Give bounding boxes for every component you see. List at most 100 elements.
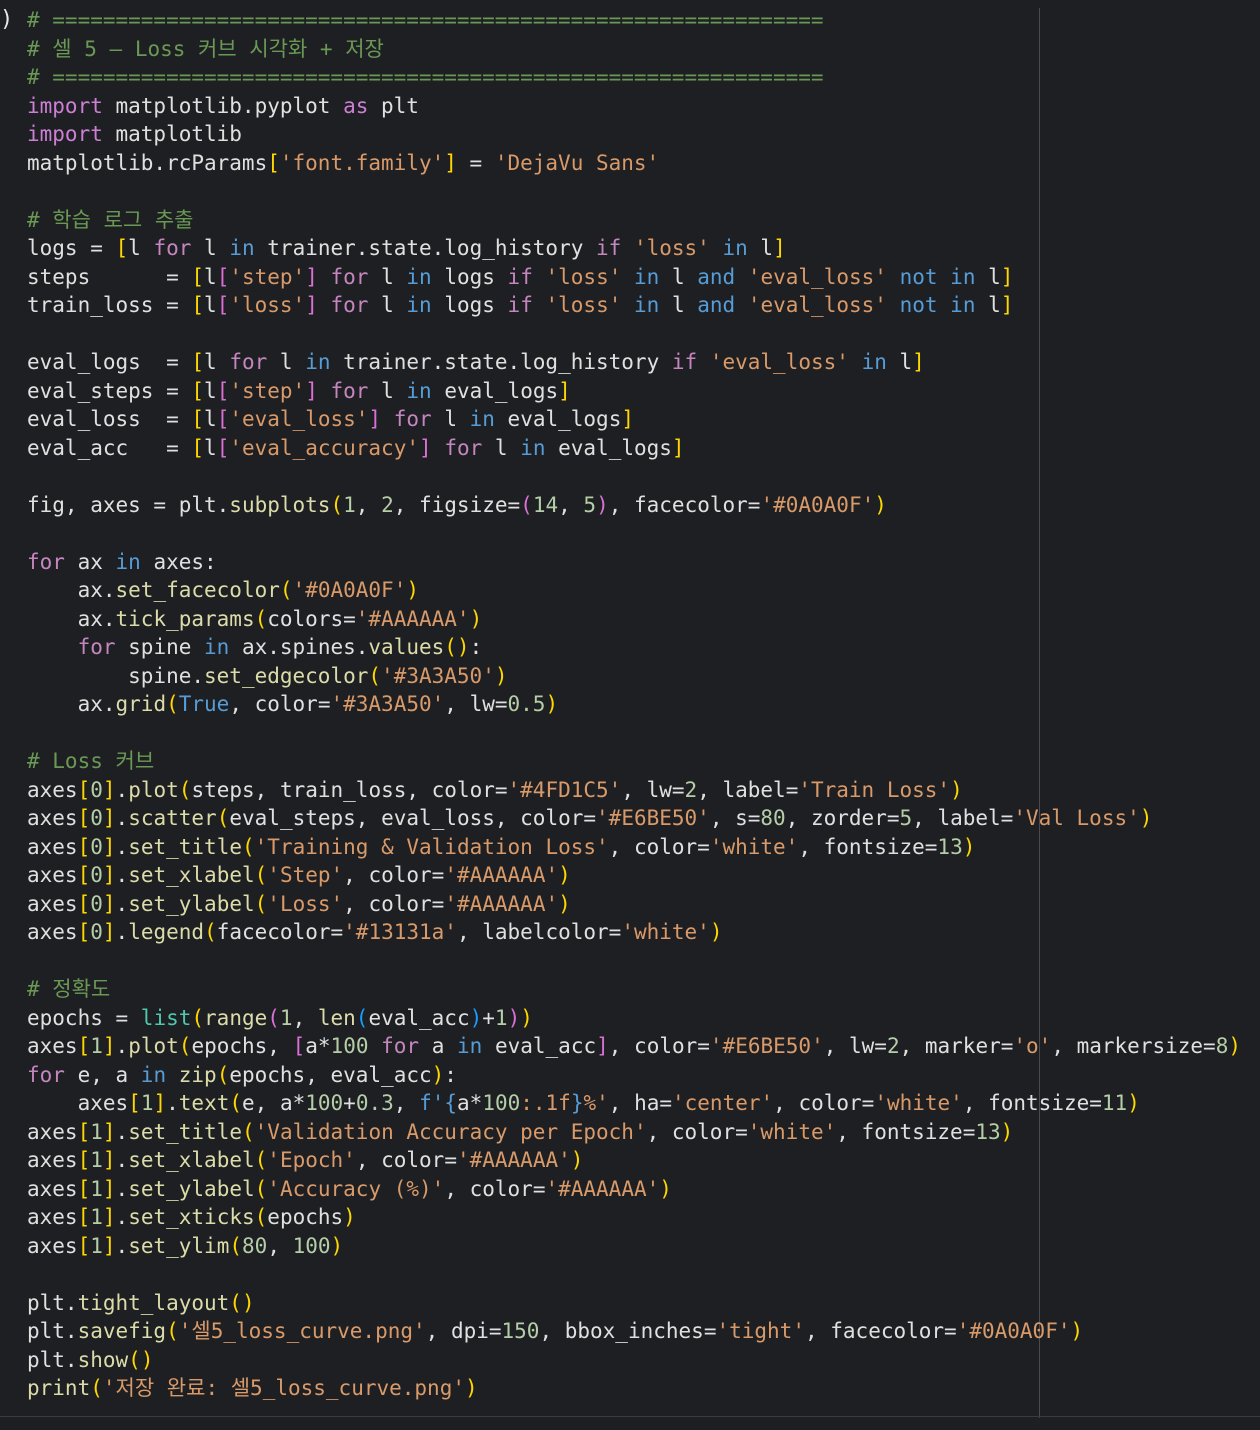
code-token: eval_logs =	[27, 350, 192, 374]
code-line[interactable]: eval_loss = [l['eval_loss'] for l in eva…	[27, 405, 1241, 434]
code-line[interactable]: for e, a in zip(epochs, eval_acc):	[27, 1061, 1241, 1090]
code-line[interactable]: matplotlib.rcParams['font.family'] = 'De…	[27, 149, 1241, 178]
code-line[interactable]: # ======================================…	[27, 6, 1241, 35]
code-line[interactable]: plt.show()	[27, 1346, 1241, 1375]
code-token: in	[634, 293, 660, 317]
code-token: , label=	[697, 777, 799, 802]
code-token: '#AAAAAA'	[545, 1176, 660, 1201]
code-token: if	[671, 350, 698, 374]
code-line[interactable]	[27, 320, 1241, 349]
code-token: colors=	[267, 606, 356, 631]
code-line[interactable]: axes[0].set_ylabel('Loss', color='#AAAAA…	[27, 890, 1241, 919]
code-line[interactable]: spine.set_edgecolor('#3A3A50')	[27, 662, 1241, 691]
code-line[interactable]: # 학습 로그 추출	[27, 206, 1241, 235]
code-token: (	[204, 920, 217, 944]
code-line[interactable]: for spine in ax.spines.values():	[27, 633, 1241, 662]
code-token: =	[456, 150, 495, 175]
code-token: )	[558, 891, 571, 916]
code-token: tight_layout	[77, 1290, 230, 1315]
code-line[interactable]: ax.tick_params(colors='#AAAAAA')	[27, 605, 1241, 634]
code-line[interactable]: plt.tight_layout()	[27, 1289, 1241, 1318]
code-line[interactable]	[27, 177, 1241, 206]
code-line[interactable]: # ======================================…	[27, 63, 1241, 92]
code-line[interactable]: fig, axes = plt.subplots(1, 2, figsize=(…	[27, 491, 1241, 520]
code-line[interactable]: axes[0].set_xlabel('Step', color='#AAAAA…	[27, 861, 1241, 890]
code-token: # 셀 5 — Loss 커브 시각화 + 저장	[27, 36, 384, 61]
code-token: range	[204, 1005, 268, 1030]
code-token: ]	[912, 350, 925, 374]
code-token: ]	[102, 1176, 116, 1201]
code-token: (	[444, 635, 457, 659]
code-token: 'loss'	[633, 236, 710, 260]
code-token: eval_acc	[368, 1005, 470, 1030]
code-token: )	[558, 863, 571, 887]
code-line[interactable]: ax.grid(True, color='#3A3A50', lw=0.5)	[27, 690, 1241, 719]
code-line[interactable]: # 정확도	[27, 975, 1241, 1004]
code-token: set_xlabel	[128, 1148, 255, 1172]
code-token: , color=	[355, 1148, 457, 1172]
code-token: (	[254, 1176, 268, 1201]
code-line[interactable]: import matplotlib	[27, 120, 1241, 149]
code-line[interactable]	[27, 719, 1241, 748]
code-line[interactable]: # 셀 5 — Loss 커브 시각화 + 저장	[27, 35, 1241, 64]
code-line[interactable]: import matplotlib.pyplot as plt	[27, 92, 1241, 121]
code-line[interactable]: for ax in axes:	[27, 548, 1241, 577]
code-token: %'	[583, 1091, 609, 1115]
code-token: axes	[27, 1034, 78, 1058]
code-line[interactable]	[27, 947, 1241, 976]
code-line[interactable]: eval_logs = [l for l in trainer.state.lo…	[27, 348, 1241, 377]
code-line[interactable]: eval_acc = [l['eval_accuracy'] for l in …	[27, 434, 1241, 463]
code-line[interactable]: axes[1].text(e, a*100+0.3, f'{a*100:.1f}…	[27, 1089, 1241, 1118]
code-line[interactable]: axes[1].set_title('Validation Accuracy p…	[27, 1118, 1241, 1147]
code-token: (	[229, 1290, 242, 1315]
code-line[interactable]: axes[0].scatter(eval_steps, eval_loss, c…	[27, 804, 1241, 833]
code-token: 8	[1215, 1034, 1229, 1058]
code-token: in	[229, 236, 255, 260]
code-token: in	[722, 236, 748, 260]
code-token: [	[191, 378, 205, 403]
code-line[interactable]: axes[0].legend(facecolor='#13131a', labe…	[27, 918, 1241, 947]
code-token: ]	[368, 407, 382, 431]
code-token: [	[77, 834, 91, 859]
code-line[interactable]: epochs = list(range(1, len(eval_acc)+1))	[27, 1004, 1241, 1033]
code-line[interactable]: axes[0].plot(steps, train_loss, color='#…	[27, 776, 1241, 805]
code-token: 'eval_loss'	[747, 293, 887, 317]
code-token: axes	[27, 1148, 78, 1172]
code-token: in	[520, 435, 546, 460]
code-token: in	[950, 293, 976, 317]
code-editor[interactable]: ) # ====================================…	[0, 0, 1260, 1430]
code-line[interactable]: plt.savefig('셀5_loss_curve.png', dpi=150…	[27, 1317, 1241, 1346]
code-line[interactable]: train_loss = [l['loss'] for l in logs if…	[27, 291, 1241, 320]
code-line[interactable]: # Loss 커브	[27, 747, 1241, 776]
code-token: import	[27, 93, 103, 118]
code-line[interactable]: logs = [l for l in trainer.state.log_his…	[27, 234, 1241, 263]
code-token: 5	[899, 806, 913, 830]
code-line[interactable]	[27, 1260, 1241, 1289]
code-line[interactable]: axes[1].set_xticks(epochs)	[27, 1203, 1241, 1232]
code-line[interactable]	[27, 519, 1241, 548]
code-line[interactable]	[27, 462, 1241, 491]
code-token: 'center'	[672, 1091, 774, 1115]
code-token: )	[330, 1233, 344, 1258]
code-line[interactable]: axes[1].set_ylabel('Accuracy (%)', color…	[27, 1175, 1241, 1204]
code-token: eval_logs	[431, 378, 559, 403]
code-token: :	[444, 1062, 457, 1087]
code-line[interactable]: axes[1].plot(epochs, [a*100 for a in eva…	[27, 1032, 1241, 1061]
code-line[interactable]: axes[1].set_ylim(80, 100)	[27, 1232, 1241, 1261]
code-line[interactable]: axes[0].set_title('Training & Validation…	[27, 833, 1241, 862]
code-token: )	[1228, 1034, 1242, 1058]
code-token: e, a	[64, 1062, 141, 1087]
code-line[interactable]: steps = [l['step'] for l in logs if 'los…	[27, 263, 1241, 292]
code-token: '#4FD1C5'	[507, 777, 622, 802]
code-token: ]	[102, 834, 116, 859]
code-line[interactable]: axes[1].set_xlabel('Epoch', color='#AAAA…	[27, 1146, 1241, 1175]
code-line[interactable]: print('저장 완료: 셀5_loss_curve.png')	[27, 1374, 1241, 1403]
code-block[interactable]: # ======================================…	[27, 6, 1241, 1403]
code-line[interactable]: ax.set_facecolor('#0A0A0F')	[27, 576, 1241, 605]
code-line[interactable]: eval_steps = [l['step'] for l in eval_lo…	[27, 377, 1241, 406]
code-token: 'Train Loss'	[798, 777, 951, 802]
code-token: l	[747, 236, 774, 260]
